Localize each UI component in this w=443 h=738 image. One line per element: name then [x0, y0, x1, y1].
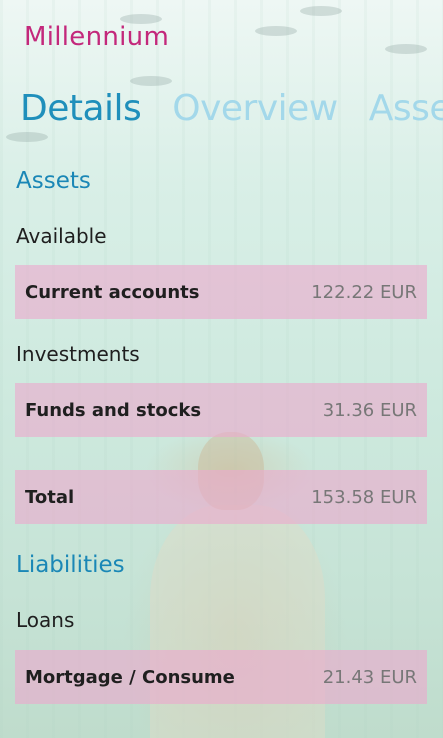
- assets-section-title: Assets: [16, 168, 91, 194]
- available-group-label: Available: [16, 224, 107, 248]
- app-title: Millennium: [24, 22, 170, 52]
- pivot-item-details[interactable]: Details: [20, 88, 142, 129]
- mortgage-value: 21.43 EUR: [322, 666, 417, 688]
- total-label: Total: [25, 486, 75, 508]
- liabilities-section-title: Liabilities: [16, 552, 125, 578]
- app-root: Millennium Details Overview Asse Assets …: [0, 0, 443, 738]
- current-accounts-row[interactable]: Current accounts 122.22 EUR: [15, 265, 427, 319]
- funds-and-stocks-value: 31.36 EUR: [322, 399, 417, 421]
- total-value: 153.58 EUR: [311, 486, 417, 508]
- funds-and-stocks-row[interactable]: Funds and stocks 31.36 EUR: [15, 383, 427, 437]
- mortgage-label: Mortgage / Consume: [25, 666, 235, 688]
- investments-group-label: Investments: [16, 342, 140, 366]
- funds-and-stocks-label: Funds and stocks: [25, 399, 202, 421]
- pivot-item-assets[interactable]: Asse: [369, 88, 443, 129]
- mortgage-row[interactable]: Mortgage / Consume 21.43 EUR: [15, 650, 427, 704]
- current-accounts-label: Current accounts: [25, 281, 200, 303]
- loans-group-label: Loans: [16, 608, 75, 632]
- pivot-item-overview[interactable]: Overview: [172, 88, 338, 129]
- current-accounts-value: 122.22 EUR: [311, 281, 417, 303]
- pivot-header: Details Overview Asse: [20, 88, 443, 129]
- total-row[interactable]: Total 153.58 EUR: [15, 470, 427, 524]
